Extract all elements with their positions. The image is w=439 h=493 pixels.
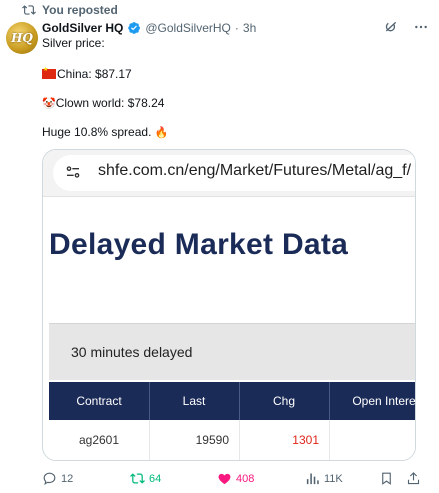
delay-text: 30 minutes delayed bbox=[71, 344, 193, 360]
header-contract: Contract bbox=[49, 382, 150, 420]
reply-button[interactable]: 12 bbox=[42, 471, 73, 486]
cell-open-interest bbox=[329, 420, 415, 460]
page-title: Delayed Market Data bbox=[49, 228, 349, 261]
analytics-icon bbox=[306, 473, 319, 485]
table-row: ag2601 19590 1301 bbox=[49, 420, 415, 460]
timestamp[interactable]: 3h bbox=[243, 21, 256, 35]
reply-icon bbox=[43, 472, 56, 485]
heart-icon bbox=[218, 473, 231, 485]
repost-indicator: You reposted bbox=[22, 2, 118, 18]
cell-last: 19590 bbox=[149, 420, 240, 460]
china-price: China: $87.17 bbox=[57, 67, 132, 81]
cell-chg-value: 1301 bbox=[292, 433, 319, 447]
avatar[interactable]: HQ bbox=[6, 22, 38, 54]
share-icon bbox=[407, 472, 420, 485]
tweet-text-line-2: China: $87.17 bbox=[42, 66, 132, 81]
bookmark-button[interactable] bbox=[379, 471, 394, 486]
header-chg: Chg bbox=[239, 382, 330, 420]
like-count: 408 bbox=[236, 472, 255, 485]
grok-icon[interactable] bbox=[383, 19, 399, 35]
delay-notice: 30 minutes delayed bbox=[49, 323, 415, 380]
tweet-top-icons bbox=[383, 19, 429, 35]
clown-emoji: 🤡 bbox=[42, 98, 56, 110]
separator-dot: · bbox=[234, 21, 239, 35]
header-open-interest: Open Intere bbox=[352, 394, 416, 408]
china-flag-icon bbox=[42, 66, 56, 79]
bookmark-icon bbox=[382, 472, 391, 485]
repost-icon bbox=[22, 5, 36, 15]
repost-count: 64 bbox=[149, 472, 162, 485]
cell-contract: ag2601 bbox=[49, 420, 150, 460]
reply-count: 12 bbox=[61, 472, 74, 485]
tweet-actions: 12 64 408 11K bbox=[42, 471, 432, 489]
view-count: 11K bbox=[324, 472, 343, 485]
tweet-text-line-1: Silver price: bbox=[42, 36, 105, 50]
clown-world-price: Clown world: $78.24 bbox=[55, 96, 165, 110]
author-handle[interactable]: @GoldSilverHQ bbox=[145, 21, 231, 35]
tweet-header: GoldSilver HQ @GoldSilverHQ · 3h bbox=[42, 20, 256, 36]
more-options-icon[interactable] bbox=[413, 19, 429, 35]
author-name[interactable]: GoldSilver HQ bbox=[42, 21, 123, 35]
cell-last-value: 19590 bbox=[195, 433, 229, 447]
views-button[interactable]: 11K bbox=[305, 471, 343, 486]
tweet-text-line-3: 🤡Clown world: $78.24 bbox=[42, 96, 164, 110]
repost-button[interactable]: 64 bbox=[130, 471, 161, 486]
repost-action-icon bbox=[130, 473, 145, 484]
like-button[interactable]: 408 bbox=[217, 471, 254, 486]
repost-label: You reposted bbox=[42, 3, 118, 17]
tweet-text-line-4: Huge 10.8% spread. 🔥 bbox=[42, 125, 168, 139]
table-header: Contract Last Chg Open Intere bbox=[49, 382, 416, 420]
spread-text: Huge 10.8% spread. bbox=[42, 125, 152, 139]
header-last: Last bbox=[149, 382, 240, 420]
cell-chg: 1301 bbox=[239, 420, 330, 460]
media-screenshot-card[interactable]: shfe.com.cn/eng/Market/Futures/Metal/ag_… bbox=[42, 149, 416, 461]
browser-url-bar: shfe.com.cn/eng/Market/Futures/Metal/ag_… bbox=[43, 150, 415, 197]
avatar-text: HQ bbox=[11, 31, 33, 45]
fire-emoji: 🔥 bbox=[154, 127, 169, 139]
verified-badge-icon[interactable] bbox=[127, 21, 141, 35]
site-settings-icon bbox=[66, 166, 80, 178]
url-text: shfe.com.cn/eng/Market/Futures/Metal/ag_… bbox=[98, 162, 412, 179]
share-button[interactable] bbox=[406, 471, 421, 486]
